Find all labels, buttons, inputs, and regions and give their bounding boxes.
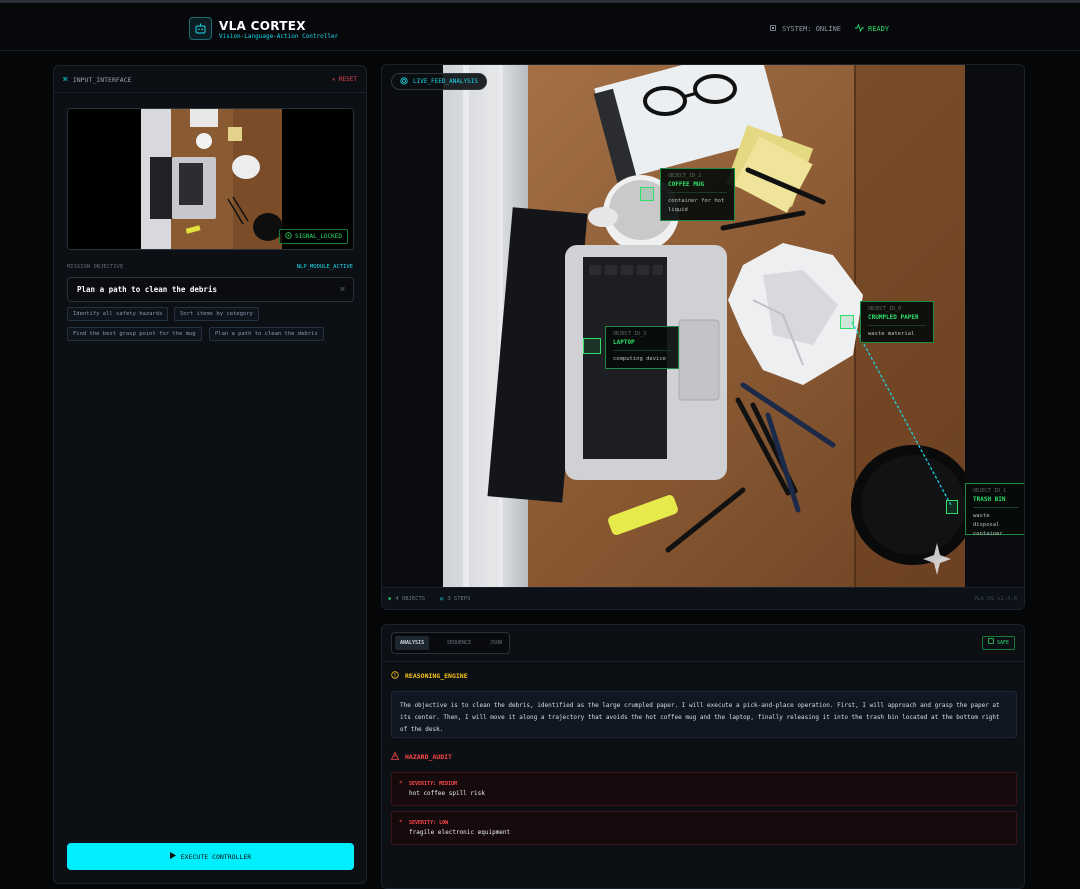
app-title: VLA CORTEX (219, 19, 306, 33)
lightbulb-icon (391, 671, 399, 681)
hazard-severity: SEVERITY: LOW (409, 820, 449, 826)
robot-icon (189, 17, 212, 40)
input-panel-title-text: INPUT_INTERFACE (72, 75, 132, 84)
alert-icon: * (399, 780, 403, 787)
hazard-item: * SEVERITY: MEDIUM hot coffee spill risk (391, 772, 1017, 806)
live-feed-footer: ◈ 4 OBJECTS ◎ 3 STEPS VLA OS v2.4.0 (382, 587, 1024, 609)
shield-icon (988, 637, 994, 649)
ready-text: READY (868, 25, 890, 33)
object-divider (868, 325, 926, 326)
safe-status-text: SAFE (996, 640, 1009, 646)
object-divider (973, 507, 1019, 508)
tab-analysis[interactable]: ANALYSIS (395, 636, 430, 650)
object-divider (668, 192, 727, 193)
app-subtitle: Vision-Language-Action Controller (219, 33, 339, 40)
app-header: VLA CORTEX Vision-Language-Action Contro… (0, 3, 1080, 51)
live-feed-panel: LIVE_FEED_ANALYSIS OBJECT_ID_2 COFFEE MU… (381, 64, 1025, 610)
cube-icon: ◈ (388, 596, 392, 602)
suggestion-chip[interactable]: Plan a path to clean the debris (209, 327, 324, 341)
object-marker-crumpled-paper[interactable] (840, 315, 854, 329)
execute-controller-button[interactable]: EXECUTE CONTROLLER (67, 843, 354, 870)
signal-locked-text: SIGNAL_LOCKED (295, 233, 342, 240)
object-description: waste material (868, 331, 915, 337)
command-icon: ⌘ (63, 75, 68, 84)
objects-count: ◈ 4 OBJECTS (388, 596, 425, 602)
version-label: VLA OS v2.4.0 (973, 596, 1017, 602)
reasoning-engine-title-text: REASONING_ENGINE (405, 672, 468, 680)
execute-label: EXECUTE CONTROLLER (180, 852, 252, 861)
object-marker-trash-bin[interactable] (946, 500, 958, 514)
warning-icon (390, 751, 400, 762)
object-name: TRASH BIN (973, 496, 1006, 503)
steps-count-text: 3 STEPS (447, 596, 471, 602)
play-icon (169, 852, 176, 861)
input-panel-header: ⌘ INPUT_INTERFACE ✕ RESET (54, 66, 366, 93)
tab-sequence[interactable]: SEQUENCE (442, 636, 476, 650)
reset-label: RESET (338, 76, 357, 83)
input-panel-title: ⌘ INPUT_INTERFACE (63, 75, 132, 84)
object-marker-laptop[interactable] (583, 338, 601, 354)
mission-objective-label: MISSION OBJECTIVE (67, 264, 124, 270)
object-description: container for hot liquid (668, 198, 725, 213)
objects-count-text: 4 OBJECTS (395, 596, 426, 602)
object-label-coffee-mug[interactable]: OBJECT_ID_2 COFFEE MUG container for hot… (660, 168, 735, 221)
object-label-trash-bin[interactable]: OBJECT_ID_1 TRASH BIN waste disposal con… (965, 483, 1024, 537)
object-name: CRUMPLED PAPER (868, 314, 919, 321)
radar-icon (400, 76, 408, 87)
object-description: computing device (613, 356, 666, 362)
suggestion-chip[interactable]: Sort items by category (174, 307, 259, 321)
safe-status-badge: SAFE (981, 636, 1015, 650)
tab-json[interactable]: JSON (485, 636, 507, 650)
hazard-item: * SEVERITY: LOW fragile electronic equip… (391, 811, 1017, 845)
close-icon: ✕ (331, 76, 336, 83)
ready-status: READY (855, 23, 890, 34)
object-description: waste disposal container (973, 513, 1003, 537)
live-feed-badge: LIVE_FEED_ANALYSIS (391, 73, 488, 90)
input-panel: ⌘ INPUT_INTERFACE ✕ RESET SIGNAL_LOCKED … (53, 65, 367, 884)
command-key-icon: ⌘ (340, 285, 345, 294)
nlp-module-label: NLP_MODULE_ACTIVE (296, 264, 353, 270)
hazard-audit-title-text: HAZARD_AUDIT (405, 753, 452, 761)
object-name: LAPTOP (613, 339, 635, 346)
reasoning-text: The objective is to clean the debris, id… (391, 691, 1017, 738)
analysis-panel: ANALYSIS SEQUENCE JSON SAFE REASONING_EN… (381, 624, 1025, 889)
object-label-laptop[interactable]: OBJECT_ID_3 LAPTOP computing device (605, 326, 679, 369)
steps-icon: ◎ (440, 596, 444, 602)
object-id: OBJECT_ID_1 (973, 488, 1007, 494)
system-status: SYSTEM: ONLINE (769, 24, 841, 34)
analysis-tabs: ANALYSIS SEQUENCE JSON (391, 632, 510, 654)
analysis-divider (382, 661, 1024, 662)
mission-objective-input[interactable] (67, 277, 354, 302)
hazard-description: hot coffee spill risk (409, 790, 485, 797)
object-name: COFFEE MUG (668, 181, 705, 188)
activity-icon (855, 23, 864, 34)
target-icon (285, 232, 292, 241)
hazard-severity: SEVERITY: MEDIUM (409, 781, 458, 787)
object-id: OBJECT_ID_3 (613, 331, 647, 337)
live-feed-badge-text: LIVE_FEED_ANALYSIS (413, 78, 479, 85)
object-marker-coffee-mug[interactable] (640, 187, 654, 201)
object-id: OBJECT_ID_0 (868, 306, 902, 312)
cpu-icon (769, 24, 777, 34)
hazard-audit-title: HAZARD_AUDIT (390, 751, 452, 762)
reasoning-engine-title: REASONING_ENGINE (391, 671, 468, 681)
object-label-crumpled-paper[interactable]: OBJECT_ID_0 CRUMPLED PAPER waste materia… (860, 301, 934, 343)
input-image-preview[interactable]: SIGNAL_LOCKED (67, 108, 354, 250)
steps-count: ◎ 3 STEPS (440, 596, 471, 602)
object-id: OBJECT_ID_2 (668, 173, 702, 179)
alert-icon: * (399, 819, 403, 826)
signal-locked-badge: SIGNAL_LOCKED (279, 229, 348, 244)
object-divider (613, 350, 671, 351)
reset-button[interactable]: ✕ RESET (332, 76, 357, 83)
suggestion-chip[interactable]: Identify all safety hazards (67, 307, 169, 321)
hazard-description: fragile electronic equipment (409, 829, 511, 836)
suggestion-chip[interactable]: Find the best grasp point for the mug (67, 327, 202, 341)
system-status-text: SYSTEM: ONLINE (782, 25, 842, 33)
